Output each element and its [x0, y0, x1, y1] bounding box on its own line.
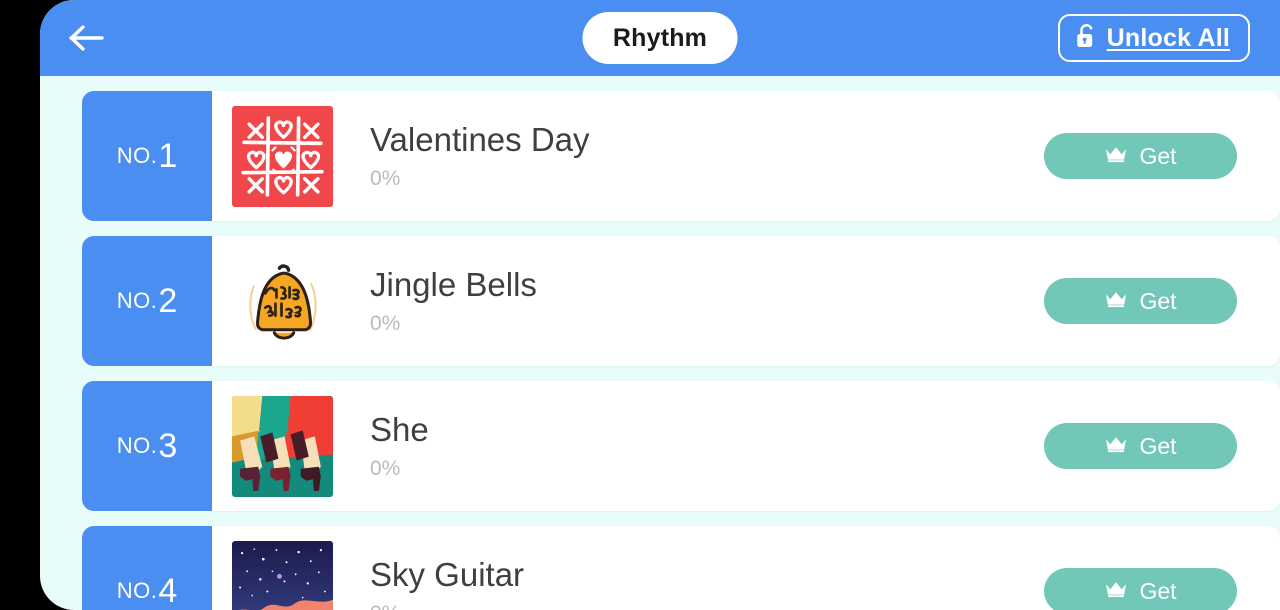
unlock-all-button[interactable]: Unlock All: [1057, 14, 1250, 62]
get-button[interactable]: Get: [1044, 133, 1237, 179]
rank-badge: NO. 2: [82, 236, 212, 366]
rank-number: 2: [158, 281, 178, 320]
get-button[interactable]: Get: [1044, 568, 1237, 610]
song-title: Valentines Day: [370, 120, 590, 158]
arrow-left-icon: [68, 23, 106, 53]
rank-prefix: NO.: [116, 578, 158, 603]
crown-icon: [1104, 145, 1128, 168]
song-progress: 0%: [370, 312, 401, 336]
valentines-tictactoe-thumbnail: [232, 105, 333, 207]
song-title: Sky Guitar: [370, 555, 525, 593]
list-item-meta: Valentines Day 0%: [370, 121, 1044, 192]
rank-prefix: NO.: [116, 433, 158, 458]
get-button[interactable]: Get: [1044, 423, 1237, 469]
list-item[interactable]: NO. 2 Jingle Bells 0% Get: [82, 236, 1280, 366]
rank-number: 3: [158, 426, 178, 465]
rank-badge: NO. 1: [82, 91, 212, 221]
rank-number: 1: [158, 136, 178, 175]
she-dancing-legs-thumbnail: [232, 395, 333, 497]
song-title: Jingle Bells: [370, 265, 537, 303]
list-item[interactable]: NO. 1 Valentines Day 0% Get: [82, 91, 1280, 221]
rank-badge: NO. 3: [82, 381, 212, 511]
get-button-label: Get: [1139, 287, 1177, 314]
get-button-label: Get: [1139, 142, 1177, 169]
song-list[interactable]: NO. 1 Valentines Day 0% Get NO. 2 Jingle…: [40, 76, 1280, 610]
unlock-all-label: Unlock All: [1106, 23, 1230, 52]
rank-prefix: NO.: [116, 288, 158, 313]
app-header: Rhythm Unlock All: [40, 0, 1280, 76]
song-title: She: [370, 410, 429, 448]
list-item-body[interactable]: Valentines Day 0% Get: [212, 91, 1280, 221]
song-progress: 0%: [370, 602, 1044, 610]
crown-icon: [1104, 290, 1128, 313]
crown-icon: [1104, 435, 1128, 458]
list-item-body[interactable]: Sky Guitar 0% Get: [212, 526, 1280, 610]
starry-sky-thumbnail: [232, 540, 333, 610]
list-item-body[interactable]: She 0% Get: [212, 381, 1280, 511]
app-root: Rhythm Unlock All NO. 1 Valentines Day 0…: [40, 0, 1280, 610]
list-item-meta: She 0%: [370, 411, 1044, 482]
rank-prefix: NO.: [116, 143, 158, 168]
list-item-meta: Jingle Bells 0%: [370, 266, 1044, 337]
get-button-label: Get: [1139, 432, 1177, 459]
song-progress: 0%: [370, 167, 401, 191]
page-title-pill: Rhythm: [582, 12, 738, 64]
get-button[interactable]: Get: [1044, 278, 1237, 324]
song-progress: 0%: [370, 457, 401, 481]
list-item-meta: Sky Guitar 0%: [370, 556, 1044, 610]
back-button[interactable]: [64, 16, 110, 60]
jingle-bells-thumbnail: [232, 250, 333, 352]
rank-number: 4: [158, 571, 178, 610]
crown-icon: [1104, 580, 1128, 603]
unlock-padlock-icon: [1074, 22, 1098, 55]
list-item-body[interactable]: Jingle Bells 0% Get: [212, 236, 1280, 366]
rank-badge: NO. 4: [82, 526, 212, 610]
list-item[interactable]: NO. 4 Sky Guitar Get: [82, 526, 1280, 610]
list-item[interactable]: NO. 3 She 0% Get: [82, 381, 1280, 511]
get-button-label: Get: [1139, 577, 1177, 604]
page-title: Rhythm: [612, 23, 708, 52]
